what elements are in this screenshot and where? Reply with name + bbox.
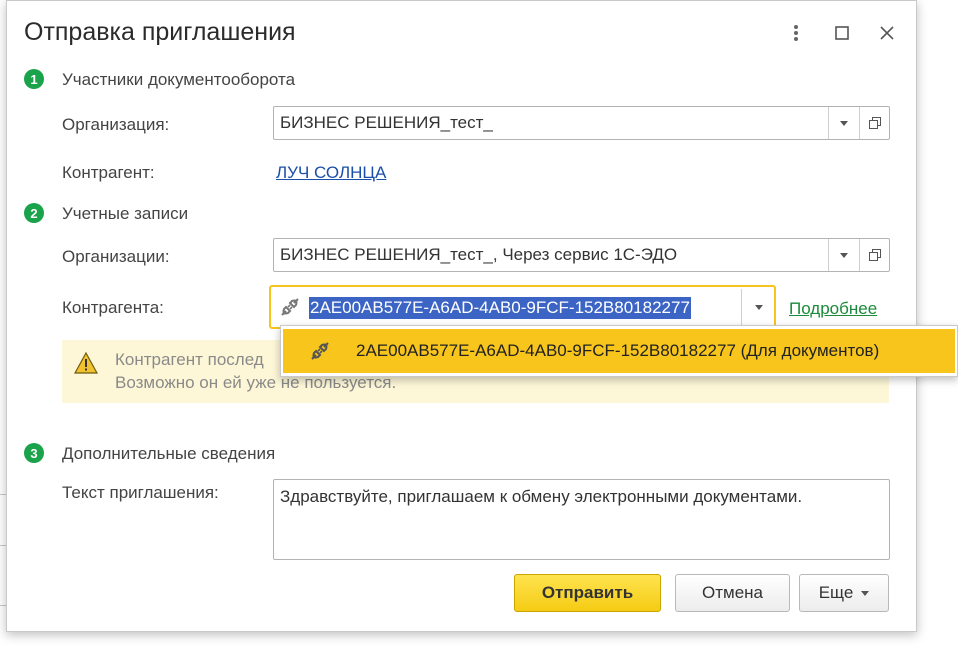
dropdown-option-label: 2AE00AB577E-A6AD-4AB0-9FCF-152B80182277 … xyxy=(356,341,880,360)
counterparty-link[interactable]: ЛУЧ СОЛНЦА xyxy=(276,163,386,183)
plug-icon xyxy=(279,296,301,318)
organization-value: БИЗНЕС РЕШЕНИЯ_тест_ xyxy=(280,113,493,132)
organizations-account-value: БИЗНЕС РЕШЕНИЯ_тест_, Через сервис 1С-ЭД… xyxy=(280,245,678,264)
section-2-title: Учетные записи xyxy=(62,204,189,223)
cancel-button[interactable]: Отмена xyxy=(675,574,790,612)
invitation-text-label: Текст приглашения: xyxy=(62,483,219,502)
invitation-text-value: Здравствуйте, приглашаем к обмену электр… xyxy=(280,487,803,506)
step-3-badge: 3 xyxy=(24,443,44,463)
organizations-open-button[interactable] xyxy=(859,239,890,271)
organization-open-button[interactable] xyxy=(859,107,890,139)
dropdown-option[interactable]: 2AE00AB577E-A6AD-4AB0-9FCF-152B80182277 … xyxy=(283,329,955,373)
details-link[interactable]: Подробнее xyxy=(789,299,877,319)
warning-text-line-1: Контрагент послед xyxy=(115,350,264,369)
more-actions-icon[interactable] xyxy=(784,21,808,45)
more-button[interactable]: Еще xyxy=(799,574,889,612)
counterparty-account-value[interactable]: 2AE00AB577E-A6AD-4AB0-9FCF-152B80182277 xyxy=(309,297,691,319)
step-1-badge: 1 xyxy=(24,69,44,89)
organization-dropdown-button[interactable] xyxy=(828,107,859,139)
organizations-label: Организации: xyxy=(62,247,170,266)
send-button[interactable]: Отправить xyxy=(514,574,661,612)
chevron-down-icon xyxy=(861,590,870,596)
chevron-down-icon xyxy=(840,120,848,126)
invitation-dialog: Отправка приглашения 1 Участники докумен… xyxy=(6,0,917,632)
counterparty-account-field[interactable]: 2AE00AB577E-A6AD-4AB0-9FCF-152B80182277 xyxy=(269,285,776,329)
open-copy-icon xyxy=(869,249,881,261)
plug-icon xyxy=(309,340,331,362)
organization-label: Организация: xyxy=(62,115,170,134)
more-button-label: Еще xyxy=(818,583,854,602)
invitation-text-field[interactable]: Здравствуйте, приглашаем к обмену электр… xyxy=(273,479,890,560)
counterparty-account-dropdown: 2AE00AB577E-A6AD-4AB0-9FCF-152B80182277 … xyxy=(280,325,958,377)
warning-icon xyxy=(73,351,99,374)
counterparty-account-label: Контрагента: xyxy=(62,298,164,317)
open-copy-icon xyxy=(869,117,881,129)
step-2-badge: 2 xyxy=(24,203,44,223)
section-1-title: Участники документооборота xyxy=(62,70,296,89)
section-3-title: Дополнительные сведения xyxy=(62,444,276,463)
chevron-down-icon xyxy=(754,304,763,310)
counterparty-label: Контрагент: xyxy=(62,163,155,182)
counterparty-account-dropdown-button[interactable] xyxy=(741,289,775,325)
close-icon[interactable] xyxy=(875,21,899,45)
chevron-down-icon xyxy=(840,252,848,258)
organizations-dropdown-button[interactable] xyxy=(828,239,859,271)
organizations-account-field[interactable]: БИЗНЕС РЕШЕНИЯ_тест_, Через сервис 1С-ЭД… xyxy=(273,238,890,272)
maximize-icon[interactable] xyxy=(830,21,854,45)
dialog-title: Отправка приглашения xyxy=(24,18,296,46)
organization-field[interactable]: БИЗНЕС РЕШЕНИЯ_тест_ xyxy=(273,106,890,140)
